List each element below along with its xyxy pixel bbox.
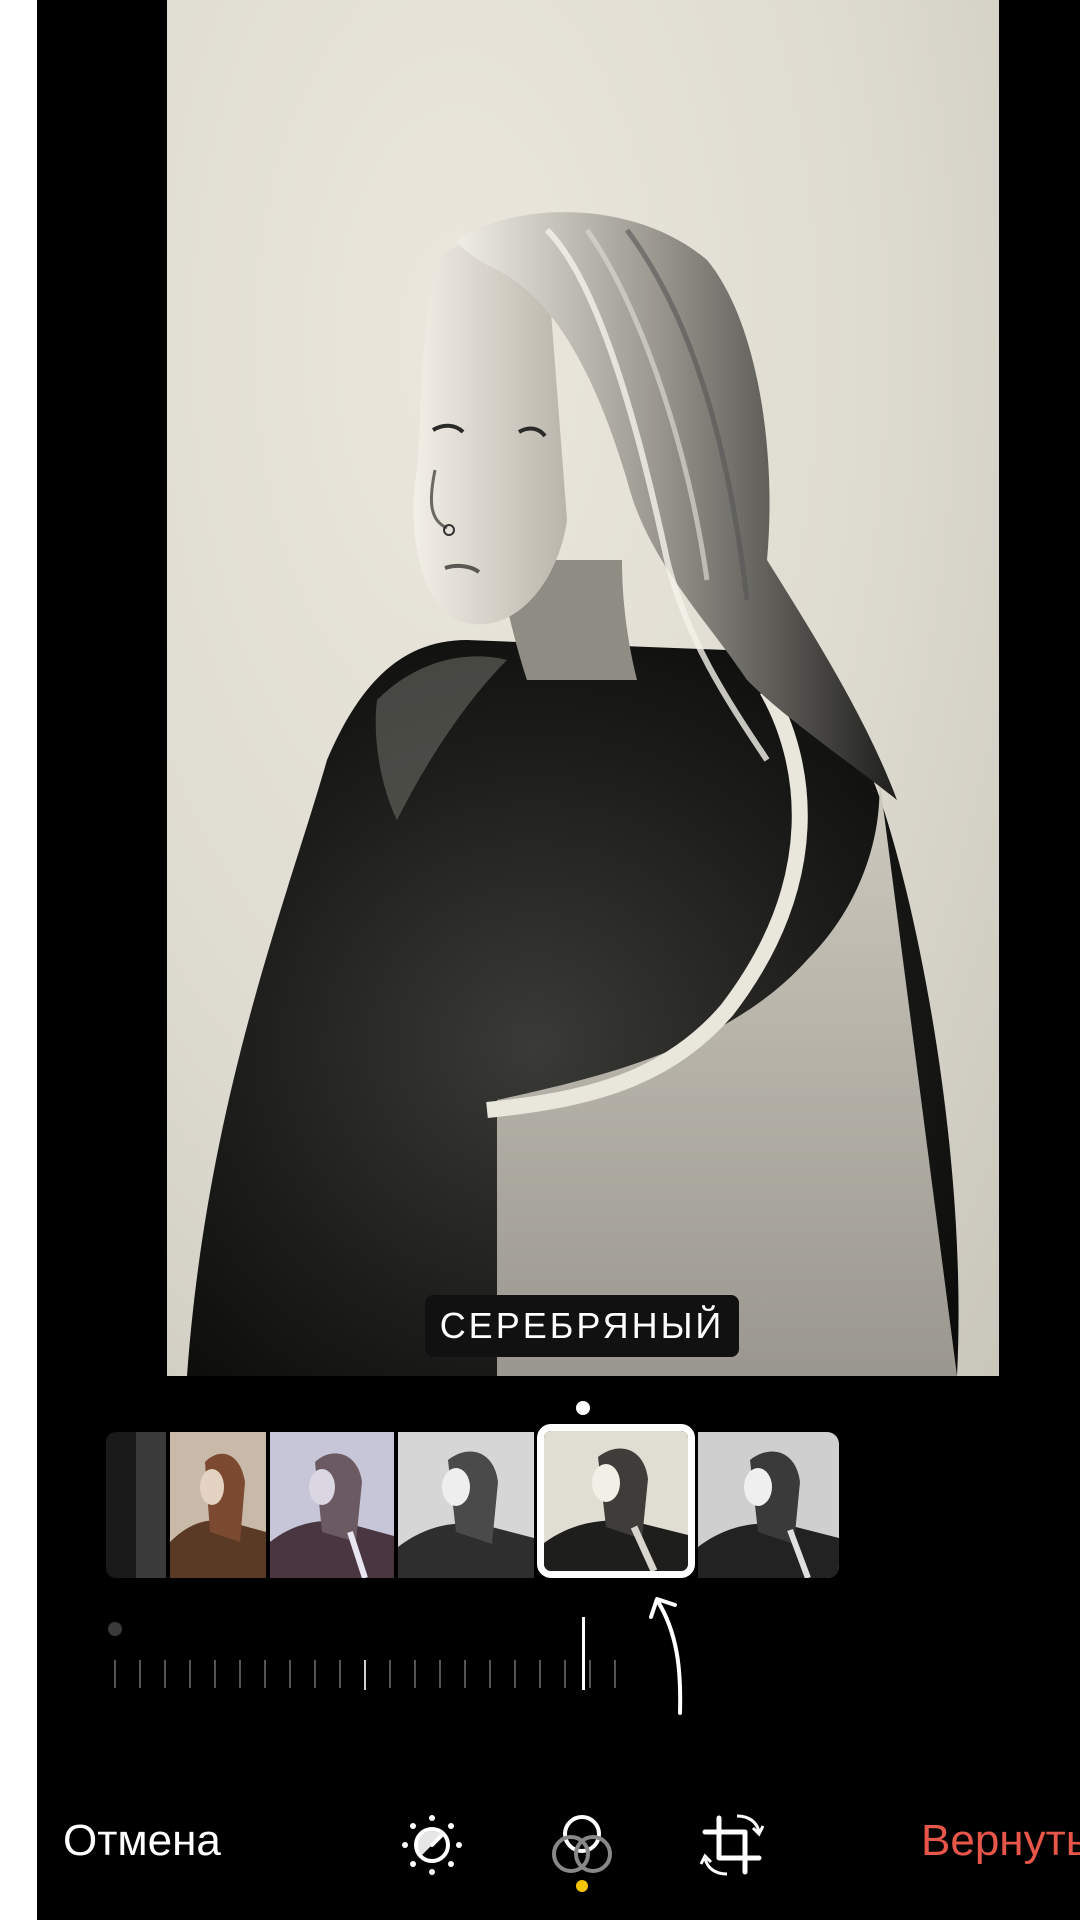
filter-thumb-partial[interactable] bbox=[106, 1432, 166, 1578]
filter-thumb-silver[interactable] bbox=[537, 1424, 695, 1578]
slider-tick bbox=[239, 1660, 241, 1688]
adjust-icon[interactable] bbox=[397, 1810, 467, 1880]
photo-editor-screen: СЕРЕБРЯНЫЙ Отмена Вернуть bbox=[37, 0, 1080, 1920]
filter-intensity-slider[interactable] bbox=[74, 1610, 634, 1700]
slider-tick bbox=[114, 1660, 116, 1688]
slider-tick bbox=[539, 1660, 541, 1688]
slider-tick bbox=[314, 1660, 316, 1688]
slider-tick bbox=[464, 1660, 466, 1688]
slider-tick bbox=[364, 1660, 366, 1690]
slider-tick bbox=[489, 1660, 491, 1688]
slider-tick bbox=[389, 1660, 391, 1688]
filter-position-indicator bbox=[576, 1401, 590, 1415]
slider-tick bbox=[264, 1660, 266, 1688]
filter-thumb-warm[interactable] bbox=[170, 1432, 266, 1578]
slider-tick bbox=[414, 1660, 416, 1688]
bottom-toolbar: Отмена Вернуть bbox=[37, 1790, 1080, 1890]
filter-thumb-noir[interactable] bbox=[698, 1432, 839, 1578]
filters-icon[interactable] bbox=[547, 1810, 617, 1880]
slider-tick bbox=[189, 1660, 191, 1688]
edited-photo bbox=[167, 0, 999, 1376]
curved-arrow-icon bbox=[649, 1597, 683, 1715]
slider-tick bbox=[289, 1660, 291, 1688]
slider-tick bbox=[614, 1660, 616, 1688]
filter-thumb-mono[interactable] bbox=[398, 1432, 534, 1578]
slider-current-value-marker[interactable] bbox=[582, 1617, 585, 1690]
slider-tick bbox=[339, 1660, 341, 1688]
revert-button[interactable]: Вернуть bbox=[921, 1816, 1080, 1866]
slider-tick bbox=[164, 1660, 166, 1688]
slider-min-indicator bbox=[108, 1622, 122, 1636]
active-tool-indicator bbox=[576, 1880, 588, 1892]
filter-name-badge: СЕРЕБРЯНЫЙ bbox=[425, 1295, 739, 1357]
cancel-button[interactable]: Отмена bbox=[63, 1816, 221, 1866]
filter-thumb-cool[interactable] bbox=[270, 1432, 394, 1578]
slider-tick bbox=[514, 1660, 516, 1688]
filter-strip[interactable] bbox=[106, 1424, 839, 1578]
slider-tick bbox=[139, 1660, 141, 1688]
slider-tick bbox=[439, 1660, 441, 1688]
photo-illustration bbox=[187, 212, 959, 1376]
slider-tick bbox=[589, 1660, 591, 1688]
crop-rotate-icon[interactable] bbox=[697, 1810, 767, 1880]
slider-tick bbox=[214, 1660, 216, 1688]
slider-tick bbox=[564, 1660, 566, 1688]
